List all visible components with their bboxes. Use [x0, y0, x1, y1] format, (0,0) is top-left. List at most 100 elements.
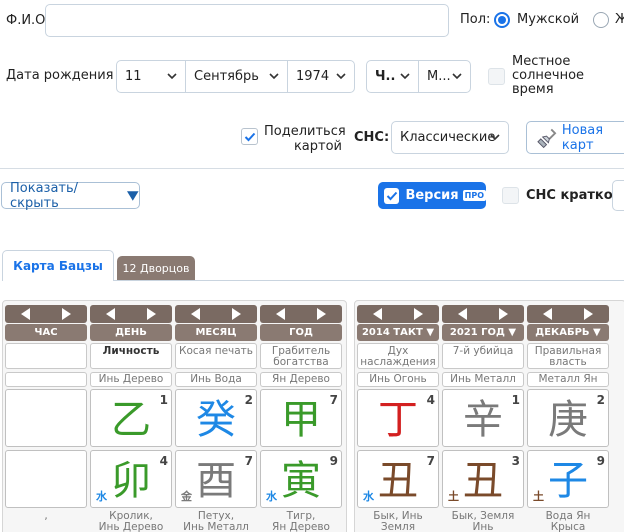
prev-arrow-icon[interactable]: [458, 308, 467, 320]
tab-palaces-label: 12 Дворцов: [122, 261, 190, 275]
branch-animal-name: ,: [44, 511, 48, 522]
sns-select[interactable]: Классические: [391, 121, 509, 154]
earthly-branch-cell[interactable]: [5, 450, 87, 508]
earthly-branch-cell[interactable]: 寅9水: [260, 450, 342, 508]
version-toggle[interactable]: Версия ПРО: [378, 182, 486, 209]
prev-arrow-icon[interactable]: [21, 308, 30, 320]
month-select[interactable]: Сентябрь: [185, 60, 288, 93]
broom-icon: [537, 128, 557, 148]
earthly-branch-cell[interactable]: 丑3土: [442, 450, 524, 508]
prev-arrow-icon[interactable]: [106, 308, 115, 320]
pillar-header[interactable]: 2021 ГОД ▼: [442, 324, 524, 341]
heavenly-stem-cell[interactable]: [5, 389, 87, 447]
section-divider: [0, 168, 624, 169]
earthly-branch-cell[interactable]: 卯4水: [90, 450, 172, 508]
sns-label: СНС:: [354, 130, 390, 145]
tab-bazi-chart[interactable]: Карта Бацзы: [2, 250, 114, 281]
minute-value: М...: [427, 69, 451, 84]
pillar-nav: [527, 305, 609, 323]
next-arrow-icon[interactable]: [62, 308, 71, 320]
version-label: Версия: [405, 188, 459, 203]
heavenly-stem-cell[interactable]: 辛1: [442, 389, 524, 447]
stem-number: 2: [244, 393, 253, 407]
next-arrow-icon[interactable]: [317, 308, 326, 320]
new-card-label: Новая карт: [561, 122, 604, 153]
chevron-down-icon: [400, 73, 410, 80]
hour-value: Ч..: [375, 69, 396, 84]
branch-animal-element: Инь Дерево: [98, 521, 164, 532]
heavenly-stem-cell[interactable]: 癸2: [175, 389, 257, 447]
tab-bazi-label: Карта Бацзы: [13, 259, 103, 273]
pillar-header: ЧАС: [5, 324, 87, 341]
prev-arrow-icon[interactable]: [373, 308, 382, 320]
new-card-button[interactable]: Новая карт: [526, 121, 624, 154]
toolbar-edge-button[interactable]: [612, 180, 624, 211]
next-arrow-icon[interactable]: [147, 308, 156, 320]
tabs-baseline: [114, 280, 624, 281]
next-arrow-icon[interactable]: [499, 308, 508, 320]
earthly-branch-cell[interactable]: 丑7水: [357, 450, 439, 508]
gender-female-radio[interactable]: [593, 12, 609, 28]
branch-animal-label: Кролик, Инь Дерево: [90, 511, 172, 532]
next-arrow-icon[interactable]: [232, 308, 241, 320]
hidden-element-glyph: 土: [448, 490, 459, 503]
stem-number: 1: [511, 393, 520, 407]
stem-number: 7: [329, 393, 338, 407]
share-checkbox[interactable]: [241, 128, 258, 145]
hidden-element-glyph: 水: [363, 490, 374, 503]
hour-select[interactable]: Ч..: [366, 60, 419, 93]
prev-arrow-icon[interactable]: [191, 308, 200, 320]
show-hide-button[interactable]: Показать/скрыть: [1, 181, 140, 211]
stem-element-label: [5, 372, 87, 387]
solar-time-label: Местное солнечное время: [512, 54, 585, 97]
share-label: Поделиться картой: [264, 124, 346, 154]
sns-short-checkbox[interactable]: [502, 187, 519, 204]
gender-female-label[interactable]: Ж: [615, 12, 624, 27]
heavenly-stem-cell[interactable]: 乙1: [90, 389, 172, 447]
heavenly-stem-cell[interactable]: 甲7: [260, 389, 342, 447]
branch-animal-element: Инь Металл: [183, 521, 249, 532]
stem-element-label: Металл Ян: [527, 372, 609, 387]
chevron-down-icon: [490, 134, 500, 141]
prev-arrow-icon[interactable]: [543, 308, 552, 320]
hidden-element-glyph: 土: [533, 490, 544, 503]
branch-number: 7: [426, 454, 435, 468]
heavenly-stem-cell[interactable]: 庚2: [527, 389, 609, 447]
next-arrow-icon[interactable]: [414, 308, 423, 320]
branch-animal-label: Бык, Земля Инь: [442, 511, 524, 532]
next-arrow-icon[interactable]: [584, 308, 593, 320]
solar-time-checkbox[interactable]: [488, 68, 505, 85]
stem-element-label: Ян Дерево: [260, 372, 342, 387]
year-select[interactable]: 1974: [287, 60, 355, 93]
branch-number: 9: [329, 454, 338, 468]
fio-input[interactable]: [45, 4, 449, 37]
check-icon: [386, 191, 398, 200]
ten-god-cell: 7-й убийца: [442, 343, 524, 369]
chevron-down-icon: [336, 73, 346, 80]
ten-god-cell: Грабитель богатства: [260, 343, 342, 369]
month-value: Сентябрь: [194, 69, 259, 84]
chevron-down-icon: [167, 73, 177, 80]
pillar-header[interactable]: 2014 ТАКТ ▼: [357, 324, 439, 341]
earthly-branch-cell[interactable]: 酉7金: [175, 450, 257, 508]
day-select[interactable]: 11: [116, 60, 186, 93]
pillar-header: ДЕНЬ: [90, 324, 172, 341]
heavenly-stem-cell[interactable]: 丁4: [357, 389, 439, 447]
prev-arrow-icon[interactable]: [276, 308, 285, 320]
minute-select[interactable]: М...: [418, 60, 471, 93]
pillar-header: МЕСЯЦ: [175, 324, 257, 341]
sns-value: Классические: [400, 130, 496, 145]
pillar-nav: [442, 305, 524, 323]
check-icon: [244, 132, 256, 142]
ten-god-cell: Косая печать: [175, 343, 257, 369]
pillar-header: ГОД: [260, 324, 342, 341]
stem-element-label: Инь Дерево: [90, 372, 172, 387]
earthly-branch-cell[interactable]: 子9土: [527, 450, 609, 508]
branch-number: 9: [596, 454, 605, 468]
gender-male-label[interactable]: Мужской: [517, 12, 579, 27]
pillar-header[interactable]: ДЕКАБРЬ ▼: [527, 324, 609, 341]
triangle-down-icon: [127, 190, 139, 201]
ten-god-cell: [5, 343, 87, 369]
tab-12-palaces[interactable]: 12 Дворцов: [117, 256, 195, 280]
gender-male-radio[interactable]: [494, 12, 510, 28]
